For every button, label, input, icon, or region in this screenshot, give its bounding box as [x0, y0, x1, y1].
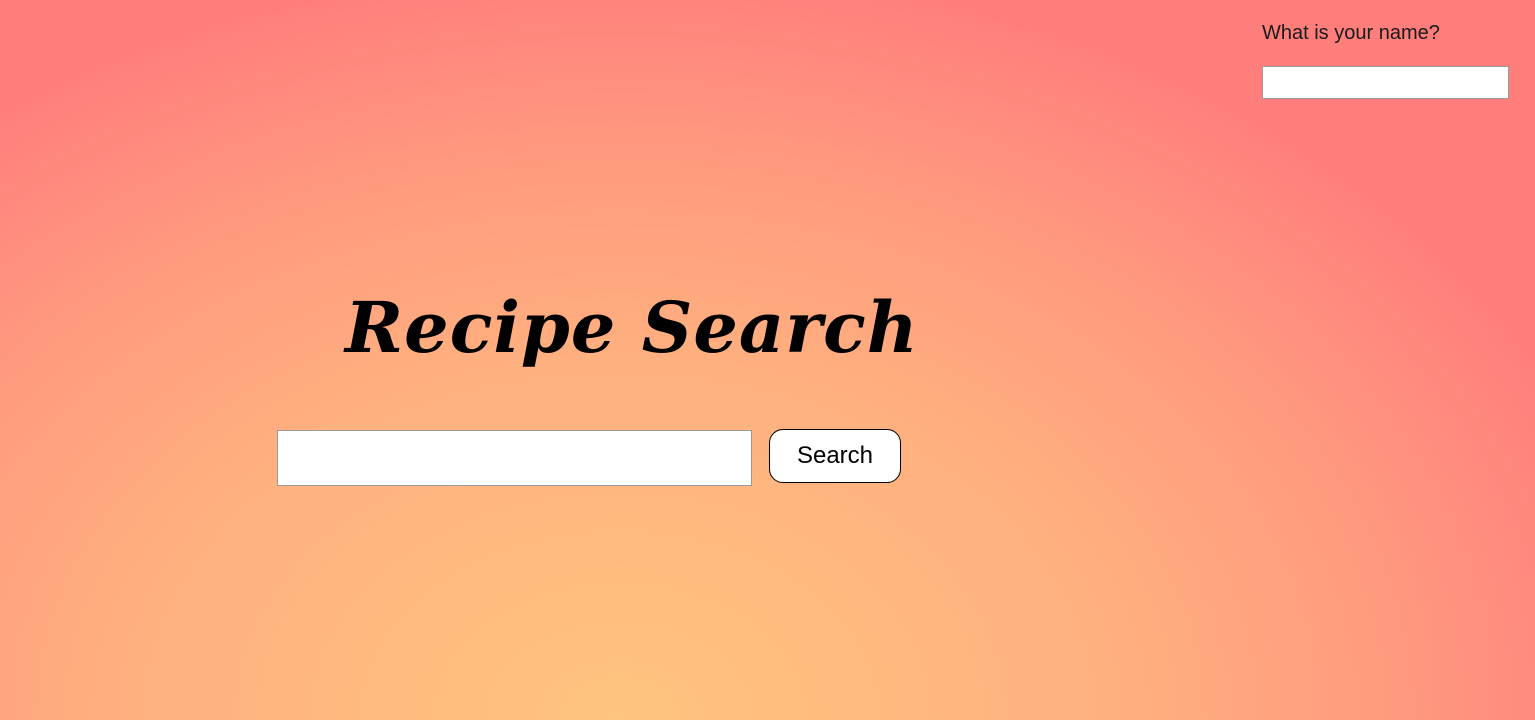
page-title: Recipe Search [345, 286, 919, 369]
search-button[interactable]: Search [769, 429, 901, 483]
name-prompt-label: What is your name? [1262, 22, 1440, 44]
name-input[interactable] [1262, 66, 1509, 99]
name-panel: What is your name? [1262, 20, 1509, 99]
search-input[interactable] [277, 430, 752, 486]
